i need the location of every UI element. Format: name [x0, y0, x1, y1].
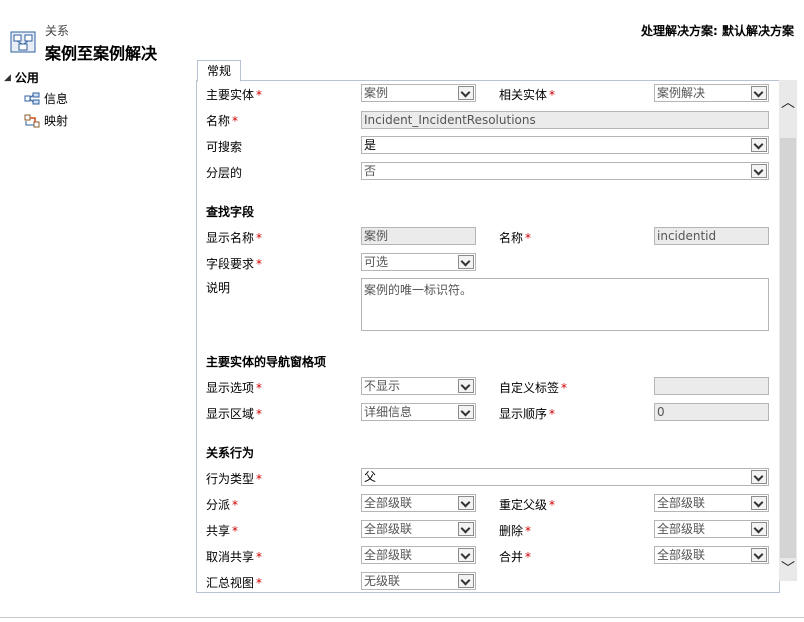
- mapping-icon: [24, 114, 40, 128]
- lookup-name-field[interactable]: incidentid: [654, 227, 769, 245]
- chevron-down-icon[interactable]: [458, 522, 474, 536]
- assign-label: 分派 *: [206, 498, 239, 512]
- primary-entity-select[interactable]: 案例: [361, 84, 476, 102]
- collapse-icon: ◢: [4, 72, 11, 83]
- chevron-down-icon[interactable]: [458, 86, 474, 100]
- lookup-name-label: 名称 *: [499, 231, 532, 245]
- lookup-section-title: 查找字段: [206, 205, 255, 219]
- behavior-type-label: 行为类型 *: [206, 472, 263, 486]
- vertical-scrollbar[interactable]: ︿ ﹀: [779, 80, 797, 581]
- chevron-down-icon[interactable]: [751, 86, 767, 100]
- nav-pane-section-title: 主要实体的导航窗格项: [206, 355, 327, 369]
- solution-label: 处理解决方案: 默认解决方案: [641, 24, 794, 38]
- info-icon: [24, 92, 40, 106]
- chevron-down-icon[interactable]: [751, 138, 767, 152]
- display-name-label: 显示名称 *: [206, 231, 263, 245]
- tab-general[interactable]: 常规: [197, 60, 241, 82]
- nav-group-label: 公用: [14, 71, 39, 85]
- rollup-view-label: 汇总视图 *: [206, 576, 263, 590]
- left-nav: ◢ 公用 信息 映射: [0, 60, 186, 617]
- primary-entity-label: 主要实体 *: [206, 88, 263, 102]
- scroll-thumb[interactable]: [780, 138, 796, 558]
- chevron-down-icon[interactable]: [458, 574, 474, 588]
- share-select[interactable]: 全部级联: [361, 520, 476, 538]
- name-field[interactable]: Incident_IncidentResolutions: [361, 111, 769, 129]
- record-type-label: 关系: [45, 24, 70, 38]
- related-entity-label: 相关实体 *: [499, 88, 556, 102]
- related-entity-select[interactable]: 案例解决: [654, 84, 769, 102]
- chevron-down-icon[interactable]: [751, 522, 767, 536]
- display-area-select[interactable]: 详细信息: [361, 403, 476, 421]
- reparent-label: 重定父级 *: [499, 498, 556, 512]
- footer-divider: [0, 617, 804, 618]
- chevron-down-icon[interactable]: [751, 164, 767, 178]
- nav-item-label: 信息: [44, 92, 69, 106]
- field-requirement-select[interactable]: 可选: [361, 253, 476, 271]
- unshare-label: 取消共享 *: [206, 550, 263, 564]
- display-option-label: 显示选项 *: [206, 381, 263, 395]
- chevron-down-icon[interactable]: [458, 548, 474, 562]
- chevron-down-icon[interactable]: [458, 405, 474, 419]
- chevron-down-icon[interactable]: [751, 470, 767, 484]
- relationship-icon: [10, 30, 36, 54]
- custom-label-field[interactable]: [654, 377, 769, 395]
- nav-item-info[interactable]: 信息: [24, 90, 68, 107]
- merge-label: 合并 *: [499, 550, 532, 564]
- share-label: 共享 *: [206, 524, 239, 538]
- nav-group-common[interactable]: ◢ 公用: [4, 69, 39, 86]
- delete-select[interactable]: 全部级联: [654, 520, 769, 538]
- description-label: 说明: [206, 281, 231, 295]
- scroll-down-icon[interactable]: ﹀: [779, 558, 797, 578]
- field-requirement-label: 字段要求 *: [206, 257, 263, 271]
- nav-item-mapping[interactable]: 映射: [24, 112, 68, 129]
- hierarchical-select[interactable]: 否: [361, 162, 769, 180]
- unshare-select[interactable]: 全部级联: [361, 546, 476, 564]
- display-order-label: 显示顺序 *: [499, 407, 556, 421]
- name-label: 名称 *: [206, 114, 239, 128]
- display-order-field[interactable]: 0: [654, 403, 769, 421]
- assign-select[interactable]: 全部级联: [361, 494, 476, 512]
- hierarchical-label: 分层的: [206, 166, 243, 180]
- scroll-up-icon[interactable]: ︿: [779, 92, 797, 112]
- form-panel: [196, 80, 780, 593]
- chevron-down-icon[interactable]: [751, 496, 767, 510]
- searchable-select[interactable]: 是: [361, 136, 769, 154]
- behavior-section-title: 关系行为: [206, 446, 255, 460]
- chevron-down-icon[interactable]: [458, 255, 474, 269]
- behavior-type-select[interactable]: 父: [361, 468, 769, 486]
- delete-label: 删除 *: [499, 524, 532, 538]
- merge-select[interactable]: 全部级联: [654, 546, 769, 564]
- searchable-label: 可搜索: [206, 140, 243, 154]
- description-field[interactable]: 案例的唯一标识符。: [361, 278, 769, 331]
- display-option-select[interactable]: 不显示: [361, 377, 476, 395]
- rollup-view-select[interactable]: 无级联: [361, 572, 476, 590]
- nav-item-label: 映射: [44, 114, 69, 128]
- display-area-label: 显示区域 *: [206, 407, 263, 421]
- custom-label-label: 自定义标签 *: [499, 381, 568, 395]
- display-name-field[interactable]: 案例: [361, 227, 476, 245]
- chevron-down-icon[interactable]: [458, 379, 474, 393]
- reparent-select[interactable]: 全部级联: [654, 494, 769, 512]
- chevron-down-icon[interactable]: [751, 548, 767, 562]
- chevron-down-icon[interactable]: [458, 496, 474, 510]
